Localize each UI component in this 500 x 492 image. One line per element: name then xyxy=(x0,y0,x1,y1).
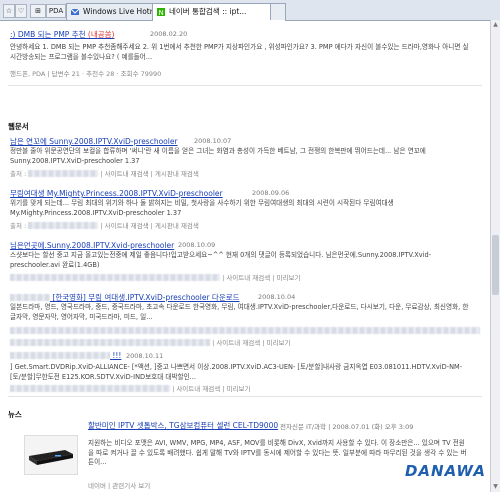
doc-title[interactable]: [한국영화] 무림 여대생.IPTV.XviD-preschooler 다운로드 xyxy=(10,292,240,303)
divider xyxy=(8,396,482,397)
doc-title[interactable]: 님은먼곳에.Sunny.2008.IPTV.Xvid-preschooler xyxy=(10,240,174,251)
doc-date: 2008.09.06 xyxy=(252,189,290,197)
blurred-source xyxy=(28,170,99,177)
site-research-link[interactable]: 사이트내 재검색 xyxy=(176,385,220,393)
doc-meta: 출처 : | 사이트내 재검색 | 게시판내 재검색 xyxy=(10,222,199,230)
doc-meta: | 사이트내 재검색 | 미리보기 xyxy=(10,383,251,393)
doc-title[interactable]: !!! xyxy=(10,351,121,360)
preview-link[interactable]: 미리보기 xyxy=(277,274,301,282)
doc-snippet: 위기를 맞게 되는데... 무림 최대의 위기와 하나 둘 밝혀지는 비밀, 첫… xyxy=(10,199,394,217)
news-source: 전자신문 IT/과학 xyxy=(280,423,327,431)
source-label: 출처 : xyxy=(10,170,27,178)
scroll-up-icon[interactable]: ▲ xyxy=(492,21,499,29)
doc-title-text: [한국영화] 무림 여대생.IPTV.XviD-preschooler 다운로드 xyxy=(52,293,240,302)
doc-date: 2008.10.04 xyxy=(258,293,296,301)
doc-snippet: 일본드라마, 영드, 영국드라마, 중드, 중국드라마, 초고속 다운로드 한국… xyxy=(10,303,469,321)
doc-title[interactable]: 남은 연꼬에 Sunny.2008.IPTV.XviD-preschooler xyxy=(10,136,178,147)
site-research-link[interactable]: 사이트내 재검색 xyxy=(226,274,270,282)
blurred-source xyxy=(10,339,210,346)
danawa-watermark: DANAWA xyxy=(405,462,486,480)
site-research-link[interactable]: 사이트내 재검색 xyxy=(105,222,149,230)
browser-tab-bar: ☆ ♡ ⊞ PDA Windows Live Hotmail N 네이버 통합검… xyxy=(0,0,500,21)
favorites-star-icon[interactable]: ☆ xyxy=(3,4,15,18)
new-tab-button[interactable] xyxy=(270,3,286,20)
doc-date: 2008.10.09 xyxy=(178,241,216,249)
doc-date: 2008.10.11 xyxy=(126,352,164,360)
tab-hotmail[interactable]: Windows Live Hotmail xyxy=(66,3,166,20)
naver-news-link[interactable]: 네이버 xyxy=(88,482,106,490)
doc-snippet: ] Get.Smart.DVDRip.XviD-ALLIANCE- [*액션, … xyxy=(10,363,463,381)
preview-link[interactable]: 미리보기 xyxy=(227,385,251,393)
related-articles-link[interactable]: 관련기사 보기 xyxy=(112,482,150,490)
doc-meta: | 사이트내 재검색 | 미리보기 xyxy=(10,337,291,347)
tab-naver-search[interactable]: N 네이버 통합검색 :: ipt... × xyxy=(152,3,286,21)
doc-title[interactable]: 무림여대생 My.Mighty.Princess.2008.IPTV.XviD-… xyxy=(10,188,223,199)
preview-link[interactable]: 미리보기 xyxy=(267,339,291,347)
site-research-link[interactable]: 사이트내 재검색 xyxy=(105,170,149,178)
doc-date: 2008.10.07 xyxy=(194,137,232,145)
naver-icon: N xyxy=(157,8,165,16)
scroll-thumb[interactable] xyxy=(492,235,499,295)
qna-date: 2008.02.20 xyxy=(150,30,188,38)
qna-snippet: 안녕하세요 1. DMB 되는 PMP 추천좀해주세요 2. 위 1번에서 추천… xyxy=(10,43,469,61)
source-label: 출처 : xyxy=(10,222,27,230)
doc-title-text: !!! xyxy=(112,351,122,360)
site-research-link[interactable]: 사이트내 재검색 xyxy=(216,339,260,347)
tab-list-icon[interactable]: ⊞ xyxy=(30,4,46,18)
qna-meta: 핸드폰, PDA | 답변수 21 · 추천수 28 · 조회수 79990 xyxy=(10,70,162,78)
watermark-text: DANAWA xyxy=(404,462,486,480)
divider xyxy=(8,85,482,86)
search-results: :) DMB 되는 PMP 추천 (내공쏨) 2008.02.20 안녕하세요 … xyxy=(0,21,490,492)
board-research-link[interactable]: 게시판내 재검색 xyxy=(155,170,199,178)
feeds-icon[interactable]: ♡ xyxy=(15,4,27,18)
board-research-link[interactable]: 게시판내 재검색 xyxy=(155,222,199,230)
news-meta: 네이버 | 관련기사 보기 xyxy=(88,482,151,490)
tab-label: 네이버 통합검색 :: ipt... xyxy=(169,7,247,16)
news-source-date: 전자신문 IT/과학 | 2008.07.01 (화) 오후 3:09 xyxy=(280,423,414,431)
scroll-down-icon[interactable]: ▼ xyxy=(492,483,499,491)
pda-button[interactable]: PDA xyxy=(46,4,66,18)
set-top-box-image[interactable] xyxy=(24,435,78,475)
blurred-line xyxy=(10,327,480,334)
doc-snippet: 스샷보다는 할선 중고 지금 올고있는전중에 제일 좋음니다!입고받으세요~^^… xyxy=(10,251,432,269)
qna-title-text: :) DMB 되는 PMP 추천 xyxy=(10,30,88,39)
doc-meta: | 사이트내 재검색 | 미리보기 xyxy=(10,272,301,282)
news-heading: 뉴스 xyxy=(8,410,22,419)
news-title[interactable]: 할반미인 IPTV 셋톱박스, TG삼보컴퓨터 셀런 CEL-TD9000 xyxy=(88,420,278,431)
web-docs-heading: 웹문서 xyxy=(8,122,29,131)
news-date: 2008.07.01 (화) 오후 3:09 xyxy=(332,423,414,431)
doc-snippet: 정만볼 줄아 위문공연단의 보컬을 합류하며 '써니'란 새 이름을 얻은 그녀… xyxy=(10,147,426,165)
vertical-scrollbar[interactable]: ▲ ▼ xyxy=(490,20,500,492)
qna-title-em: (내공쏨) xyxy=(87,30,115,39)
qna-title[interactable]: :) DMB 되는 PMP 추천 (내공쏨) xyxy=(10,29,114,40)
blurred-source xyxy=(10,274,220,281)
blurred-source xyxy=(28,222,99,229)
blurred-prefix xyxy=(10,352,110,359)
svg-text:N: N xyxy=(159,9,164,16)
blurred-prefix xyxy=(10,294,50,301)
blurred-source xyxy=(10,385,170,392)
doc-meta: 출처 : | 사이트내 재검색 | 게시판내 재검색 xyxy=(10,170,199,178)
hotmail-icon xyxy=(71,8,79,15)
